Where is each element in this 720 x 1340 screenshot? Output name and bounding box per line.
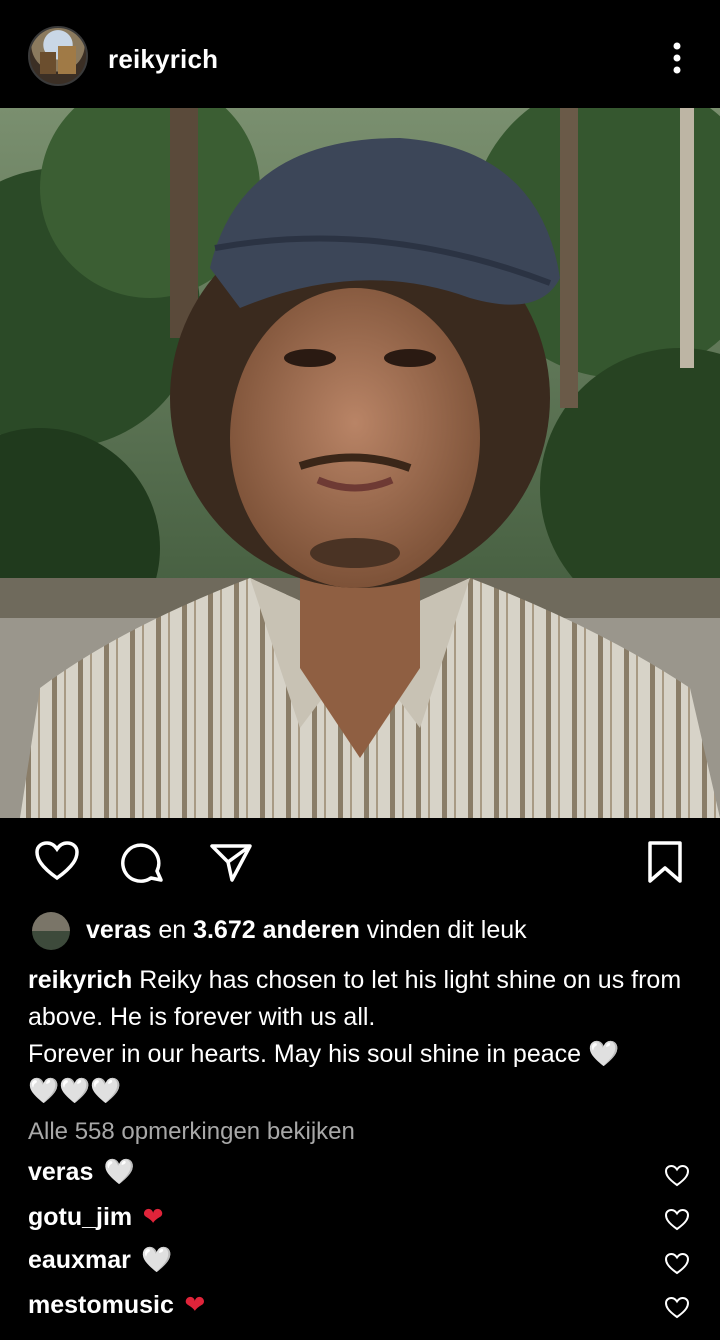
comment-username[interactable]: mestomusic xyxy=(28,1291,174,1319)
comment-emoji: 🤍 xyxy=(103,1158,135,1186)
comment-emoji: 🤍 xyxy=(141,1246,173,1274)
profile-avatar[interactable] xyxy=(28,26,88,86)
comment-emoji: ❤ xyxy=(184,1291,206,1319)
comment-row: veras 🤍 xyxy=(28,1158,708,1198)
comment-heart-icon[interactable] xyxy=(664,1208,690,1232)
action-bar xyxy=(0,818,720,908)
comment-heart-icon[interactable] xyxy=(664,1252,690,1276)
white-heart-emoji: 🤍 xyxy=(588,1040,620,1068)
view-all-comments-link[interactable]: Alle 558 opmerkingen bekijken xyxy=(28,1118,355,1146)
portrait-image xyxy=(0,108,720,818)
post-caption: reikyrich Reiky has chosen to let his li… xyxy=(28,962,698,1110)
caption-username[interactable]: reikyrich xyxy=(28,966,132,994)
comment-heart-icon[interactable] xyxy=(664,1296,690,1320)
white-hearts-emoji: 🤍🤍🤍 xyxy=(28,1077,122,1105)
comment-row: eauxmar 🤍 xyxy=(28,1246,708,1286)
likes-text: veras en 3.672 anderen vinden dit leuk xyxy=(86,916,527,944)
comment-emoji: ❤ xyxy=(142,1203,164,1231)
likes-count[interactable]: 3.672 anderen xyxy=(193,916,360,944)
send-icon[interactable] xyxy=(208,840,254,884)
comment-row: gotu_jim ❤ xyxy=(28,1202,708,1242)
post-photo[interactable] xyxy=(0,108,720,818)
liker-username[interactable]: veras xyxy=(86,916,151,944)
comment-heart-icon[interactable] xyxy=(664,1164,690,1188)
comment-icon[interactable] xyxy=(121,840,167,886)
comment-row: mestomusic ❤ xyxy=(28,1290,708,1330)
bookmark-icon[interactable] xyxy=(646,840,684,884)
post-username[interactable]: reikyrich xyxy=(108,44,218,75)
liker-avatar xyxy=(32,912,70,950)
likes-summary[interactable]: veras en 3.672 anderen vinden dit leuk xyxy=(28,912,698,956)
comment-username[interactable]: veras xyxy=(28,1158,93,1186)
caption-text-line2: Forever in our hearts. May his soul shin… xyxy=(28,1040,582,1068)
more-vertical-icon[interactable] xyxy=(660,38,694,78)
comment-username[interactable]: eauxmar xyxy=(28,1246,131,1274)
heart-icon[interactable] xyxy=(34,840,80,882)
comment-username[interactable]: gotu_jim xyxy=(28,1203,132,1231)
post-header: reikyrich xyxy=(0,0,720,108)
